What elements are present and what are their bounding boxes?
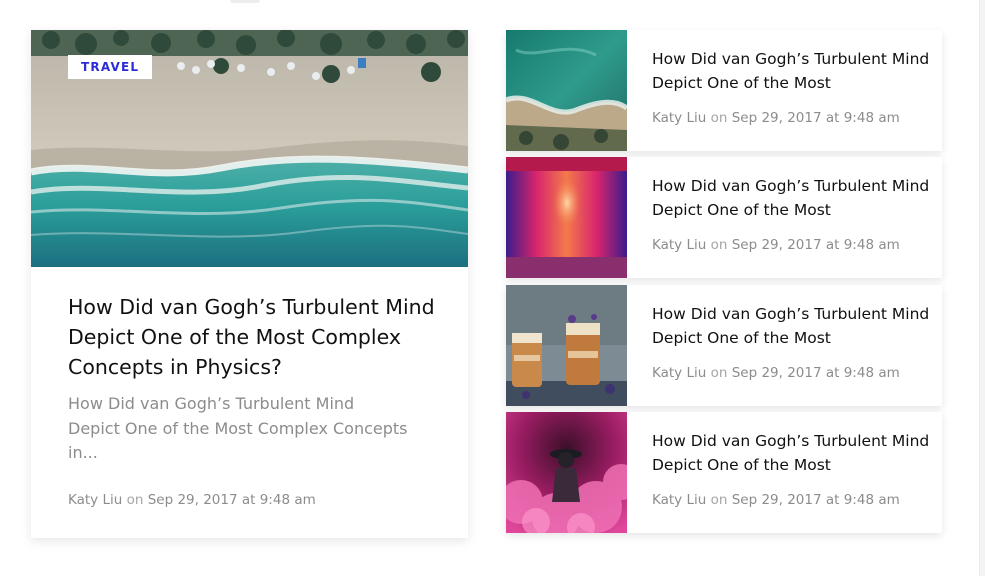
post-meta: Katy Liu on Sep 29, 2017 at 9:48 am bbox=[652, 492, 900, 508]
post-list-item[interactable]: How Did van Gogh’s Turbulent Mind Depict… bbox=[506, 412, 942, 533]
page-scroll-edge bbox=[979, 0, 985, 576]
featured-post-excerpt: How Did van Gogh’s Turbulent Mind Depict… bbox=[68, 394, 408, 462]
post-thumbnail-pink-smoke[interactable] bbox=[506, 412, 627, 533]
post-thumbnail-coastline[interactable] bbox=[506, 30, 627, 151]
post-list-item[interactable]: How Did van Gogh’s Turbulent Mind Depict… bbox=[506, 157, 942, 278]
post-author[interactable]: Katy Liu bbox=[652, 237, 706, 253]
category-badge[interactable]: TRAVEL bbox=[68, 55, 153, 79]
post-author[interactable]: Katy Liu bbox=[652, 365, 706, 381]
post-thumbnail-drinks[interactable] bbox=[506, 285, 627, 406]
meta-on-label: on bbox=[710, 110, 728, 126]
post-author[interactable]: Katy Liu bbox=[652, 110, 706, 126]
meta-on-label: on bbox=[710, 237, 728, 253]
meta-on-label: on bbox=[710, 365, 728, 381]
featured-post-meta: Katy Liu on Sep 29, 2017 at 9:48 am bbox=[68, 492, 316, 508]
meta-on-label: on bbox=[126, 492, 144, 508]
post-meta: Katy Liu on Sep 29, 2017 at 9:48 am bbox=[652, 365, 900, 381]
top-edge-shadow bbox=[230, 0, 260, 3]
post-thumbnail-neon-corridor[interactable] bbox=[506, 157, 627, 278]
post-date[interactable]: Sep 29, 2017 at 9:48 am bbox=[732, 365, 900, 381]
post-title[interactable]: How Did van Gogh’s Turbulent Mind Depict… bbox=[652, 48, 930, 95]
post-list-item[interactable]: How Did van Gogh’s Turbulent Mind Depict… bbox=[506, 30, 942, 151]
featured-post-card[interactable]: TRAVEL How Did van Gogh’s Turbulent Mind… bbox=[31, 30, 468, 538]
featured-post-title[interactable]: How Did van Gogh’s Turbulent Mind Depict… bbox=[68, 292, 448, 382]
post-author[interactable]: Katy Liu bbox=[68, 492, 122, 508]
post-author[interactable]: Katy Liu bbox=[652, 492, 706, 508]
meta-on-label: on bbox=[710, 492, 728, 508]
post-title[interactable]: How Did van Gogh’s Turbulent Mind Depict… bbox=[652, 175, 930, 222]
post-date[interactable]: Sep 29, 2017 at 9:48 am bbox=[732, 237, 900, 253]
post-date[interactable]: Sep 29, 2017 at 9:48 am bbox=[732, 110, 900, 126]
post-list-item[interactable]: How Did van Gogh’s Turbulent Mind Depict… bbox=[506, 285, 942, 406]
featured-post-image-beach-aerial[interactable]: TRAVEL bbox=[31, 30, 468, 267]
post-date[interactable]: Sep 29, 2017 at 9:48 am bbox=[732, 492, 900, 508]
post-title[interactable]: How Did van Gogh’s Turbulent Mind Depict… bbox=[652, 303, 930, 350]
post-title[interactable]: How Did van Gogh’s Turbulent Mind Depict… bbox=[652, 430, 930, 477]
post-meta: Katy Liu on Sep 29, 2017 at 9:48 am bbox=[652, 237, 900, 253]
post-date[interactable]: Sep 29, 2017 at 9:48 am bbox=[148, 492, 316, 508]
post-meta: Katy Liu on Sep 29, 2017 at 9:48 am bbox=[652, 110, 900, 126]
